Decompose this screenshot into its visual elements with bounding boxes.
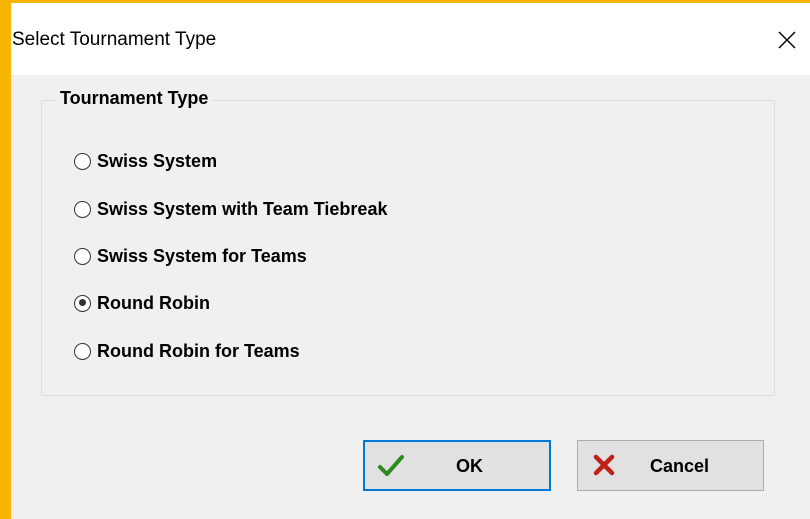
ok-button[interactable]: OK (363, 440, 551, 491)
cancel-button[interactable]: Cancel (577, 440, 764, 491)
radio-round-robin[interactable]: Round Robin (74, 290, 210, 316)
checkmark-icon (378, 455, 404, 476)
radio-button[interactable] (74, 342, 91, 360)
radio-swiss-system[interactable]: Swiss System (74, 148, 217, 174)
dialog-title: Select Tournament Type (12, 29, 217, 50)
title-bar[interactable]: Select Tournament Type (11, 3, 810, 75)
radio-label: Swiss System (97, 150, 218, 171)
radio-label: Swiss System for Teams (97, 245, 307, 266)
radio-button[interactable] (74, 247, 91, 265)
radio-button[interactable] (74, 152, 91, 170)
radio-label: Round Robin for Teams (97, 340, 300, 361)
groupbox-legend: Tournament Type (56, 88, 213, 109)
radio-button[interactable] (74, 200, 91, 218)
red-x-icon (593, 454, 615, 476)
ok-label: OK (456, 456, 483, 476)
radio-button-selected[interactable] (74, 294, 91, 312)
radio-label: Round Robin (97, 292, 210, 313)
radio-swiss-system-team-tiebreak[interactable]: Swiss System with Team Tiebreak (74, 196, 387, 222)
radio-label: Swiss System with Team Tiebreak (97, 198, 388, 219)
cancel-label: Cancel (650, 456, 710, 476)
close-icon (778, 31, 796, 49)
close-button[interactable] (764, 17, 810, 63)
radio-swiss-system-for-teams[interactable]: Swiss System for Teams (74, 243, 307, 269)
radio-round-robin-for-teams[interactable]: Round Robin for Teams (74, 338, 300, 364)
select-tournament-type-dialog: Select Tournament Type Tournament Type S… (11, 3, 810, 519)
